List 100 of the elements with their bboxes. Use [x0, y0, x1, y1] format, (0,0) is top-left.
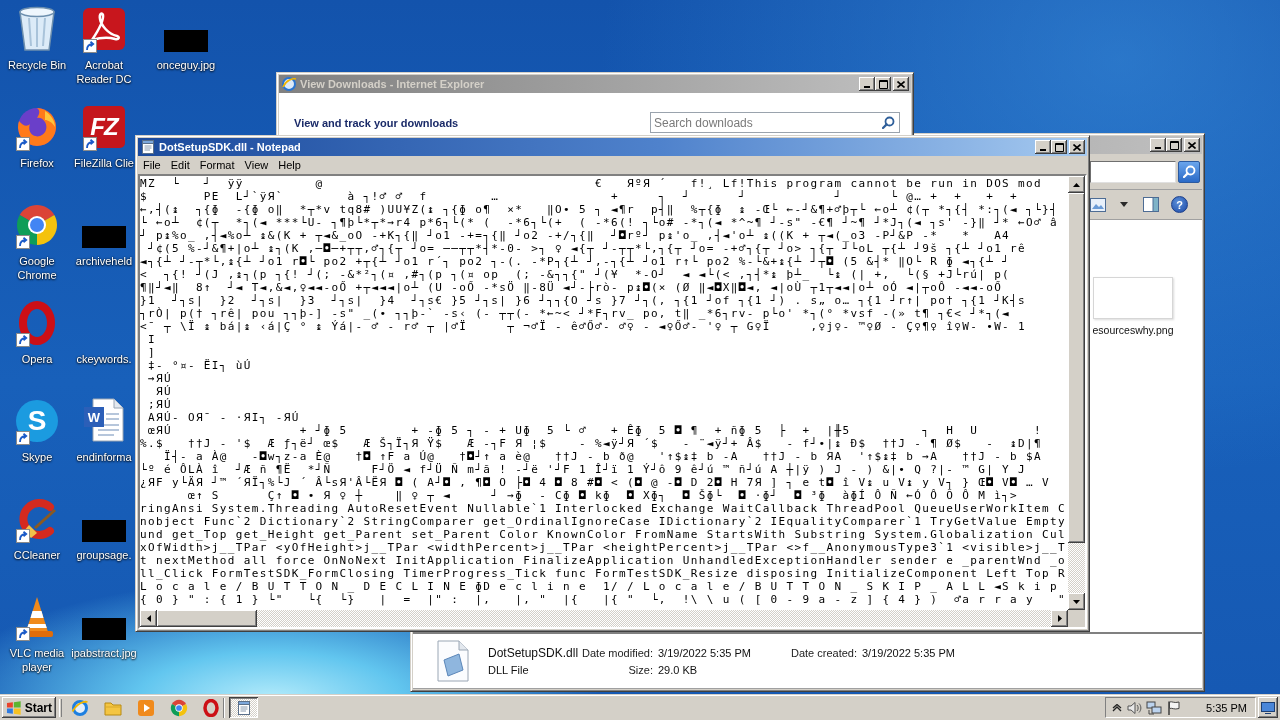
text-editor-field[interactable] — [140, 176, 1068, 610]
text-line: ◄┐{┴ ┘-┬*└,↨{┴ ┘o1 r◘└ po2 +┬{┴ ┘o1 r´┐ po2 ┐-(. -*P┐{┴ ┘,-┐{┴ ┘o1 r↑└ po2 %-└&+↨{┴ ┘┬◘ (5 &┤* ‖O└ R ɸ ◄┐{┴ ┘ — [140, 255, 1011, 268]
image-thumbnail[interactable] — [82, 226, 126, 248]
menu-item[interactable]: View — [239, 157, 274, 173]
monitor-icon — [1261, 701, 1275, 714]
show-desktop-button[interactable] — [1258, 697, 1278, 718]
ring-icon[interactable] — [19, 301, 55, 345]
search-field[interactable] — [1090, 160, 1176, 183]
icon-label[interactable]: Skype — [21, 450, 53, 464]
close-button[interactable] — [893, 77, 909, 91]
scroll-up-button[interactable] — [1068, 176, 1085, 193]
text-line: <¯ ┬ \Ï ↨ bá|↨ ‹á|Ç ° ↨ Ýá|- ♂ - r♂ ┬ |♂Ï ┬ ¬♂Ï - ê♂Ő♂- ♂♀ - ◄♀Ő♂- '♀ ┬ G♀Ï ,♀j♀- ™♀Ø - Ç♀¶♀ î♀W- •W- 1 — [140, 320, 1027, 333]
globe-icon[interactable] — [71, 698, 89, 717]
menu-item[interactable]: Help — [273, 157, 306, 173]
vertical-scrollbar[interactable] — [1068, 176, 1085, 610]
start-button[interactable]: Start — [2, 697, 56, 718]
field-value: 3/19/2022 5:35 PM — [658, 647, 751, 659]
network-icon[interactable] — [1146, 699, 1163, 716]
scroll-right-button[interactable] — [1051, 610, 1068, 627]
right-triangle-icon — [1057, 615, 1062, 622]
text-line: ←,┤(↨ ┐{ɸ -{ɸ o‖ *┬*v tq8# )UU¥Z(↨ ┐{ɸ o¶ ×* ‖O• 5 ┐ ◄¶r p┤‖ %┬{ɸ ↨ -Œ└ ←-┘&¶+♂þ┬└ ←o┴ ¢(┬ *┐{┤ *:┐(◄ ┐└}┤ — [140, 203, 1058, 216]
file-name[interactable]: esourceswhy.png — [1092, 324, 1174, 336]
scroll-thumb[interactable] — [1068, 193, 1085, 543]
window-title: DotSetupSDK.dll - Notepad — [159, 141, 301, 153]
close-icon — [897, 80, 905, 88]
down-triangle-icon — [1073, 599, 1080, 604]
notepad-icon — [235, 699, 252, 716]
image-thumbnail[interactable] — [82, 520, 126, 542]
chevron-up-icon[interactable] — [1112, 703, 1123, 712]
close-button[interactable] — [1184, 138, 1200, 152]
icon-label[interactable]: Firefox — [20, 156, 54, 170]
close-button[interactable] — [1069, 140, 1085, 154]
icon-label[interactable]: Acrobat Reader DC — [69, 58, 139, 86]
text-line: →ЯÚ — [146, 372, 172, 385]
minimize-button[interactable] — [1035, 140, 1051, 154]
scroll-thumb[interactable] — [157, 610, 257, 627]
text-line: ¶‖┘◄‖ 8↑ ┘◄ T◄,&◄,♀◄◄-oŐ +┬◄◄◄|o┴ (U -oŐ -*sÖ ‖-8Ü ◄┘-├rò- p↨◘(× (Ø ‖◄◘X‖◘◄, ◄|oÙ ┬1┬◄◄|o┴ oÓ ◄|┬oÔ -◄◄-oŐ — [140, 281, 1003, 294]
field-value: 29.0 KB — [658, 664, 699, 676]
icon-label[interactable]: FileZilla Clie — [74, 156, 134, 170]
icon-label[interactable]: VLC media player — [2, 646, 72, 674]
split-window-icon[interactable] — [1143, 197, 1159, 212]
horizontal-scrollbar[interactable] — [140, 610, 1068, 627]
search-field[interactable]: Search downloads — [650, 112, 900, 133]
text-line: t nextMethod all force OnNoNext InitApplication FinalizeApplication UnhandledExceptionHandler sender e _parentWnd _o — [140, 554, 1066, 567]
text-line: ] — [146, 346, 156, 359]
taskbar-button[interactable] — [229, 697, 258, 718]
picture-icon[interactable] — [1090, 197, 1106, 212]
text-line: ЯÚ — [154, 385, 172, 398]
minimize-button[interactable] — [859, 77, 875, 91]
maximize-button[interactable] — [1166, 138, 1182, 152]
icon-label[interactable]: Recycle Bin — [7, 58, 67, 72]
flag-icon[interactable] — [1166, 699, 1183, 716]
search-icon[interactable] — [882, 116, 895, 129]
scroll-left-button[interactable] — [140, 610, 157, 627]
app-logo[interactable]: FZ — [83, 106, 125, 148]
minimize-button[interactable] — [1150, 138, 1166, 152]
maximize-button[interactable] — [1051, 140, 1067, 154]
ring-icon[interactable] — [203, 698, 219, 717]
search-icon — [1182, 165, 1196, 178]
search-button[interactable] — [1178, 160, 1200, 183]
file-icon — [435, 640, 471, 682]
close-icon — [1073, 143, 1081, 151]
scroll-down-button[interactable] — [1068, 593, 1085, 610]
flame-globe-icon[interactable] — [15, 105, 59, 149]
menu-item[interactable]: Edit — [165, 157, 195, 173]
maximize-button[interactable] — [875, 77, 891, 91]
text-line: nobject Func`2 Dictionary`2 StringComparer get_OrdinalIgnoreCase IDictionary`2 IEqualityComparer`1 TryGetValue Empty — [140, 515, 1066, 528]
image-thumbnail[interactable] — [82, 618, 126, 640]
segmented-circle-icon[interactable] — [170, 698, 188, 717]
text-line: %.$ ††J - '$ Æ ƒ┐ë┘ œ$ Æ Š┐Ï┐Я Ÿ$ Æ -┐F Я ¦$ - %◄ÿ┘Я ´$ - ¨◄ÿ┘+ Â$ - f┘•|↨ Ð$ ††J - ¶ Ø$ - ↨D|¶ — [140, 437, 1043, 450]
icon-label[interactable]: Opera — [21, 352, 53, 366]
clock-time[interactable]: 5:35 PM — [1206, 701, 1247, 714]
menu-item[interactable]: File — [138, 157, 166, 173]
windows-flag-icon — [6, 700, 22, 715]
icon-label[interactable]: ckeywords. — [76, 352, 132, 366]
caret-icon[interactable] — [1120, 202, 1128, 207]
icon-label[interactable]: CCleaner — [13, 548, 61, 562]
close-icon — [1188, 141, 1196, 149]
icon-label[interactable]: Google Chrome — [2, 254, 72, 282]
text-line: └º é ÔLÀ î ┘Æ ñ ¶Ë *┘Ñ F┘Ö ◄ f┘Ü Ñ m┘ã ! -┘ë '┘F 1 Î┘ï 1 Ý┘ô 9 ê┘ú ™ ñ┘ú A ┼|ÿ ) J - ) &|• Q ?|- ™ G| Y J — [140, 463, 1027, 476]
recycle-bin-icon[interactable] — [17, 6, 57, 52]
icon-label[interactable]: endinforma — [76, 450, 132, 464]
menu-item[interactable]: Format — [194, 157, 240, 173]
help-button[interactable]: ? — [1171, 196, 1188, 213]
speaker-icon[interactable] — [1126, 699, 1143, 716]
page-heading: View and track your downloads — [294, 116, 459, 129]
left-triangle-icon — [146, 615, 151, 622]
maximize-icon — [878, 79, 888, 89]
text-line: { 0 } " : { 1 } └" └{ └} | = |" : |, |, " |{ |{ " └, !\ \ u ( [ 0 - 9 a - z ] { 4 } ) ♂a r r a y " — [140, 593, 1066, 606]
segmented-circle-icon[interactable] — [15, 203, 59, 247]
image-thumbnail[interactable] — [164, 30, 208, 52]
up-triangle-icon — [1073, 182, 1080, 187]
text-line: œ↑ S Ç↑ ◘ • Я ♀ ┼ ‖ ♀ ┬ ◄ ┘ →ɸ - Cɸ ◘ kɸ ◘ Xɸ┐ ◘ Šɸ└ ◘ ·ɸ┘ ◘ ³ɸ àɸÍ Ô Ñ ←Ó Ô Õ Ô M ì┐> — [186, 489, 1019, 502]
icon-label[interactable]: archiveheld — [75, 254, 133, 268]
pdf-app-icon[interactable] — [82, 7, 126, 51]
field-label: Date modified: — [582, 647, 653, 659]
icon-label[interactable]: onceguy.jpg — [156, 58, 216, 72]
globe-icon — [281, 76, 297, 92]
text-line: I — [146, 333, 156, 346]
icon-label[interactable]: groupsage. — [76, 548, 132, 562]
